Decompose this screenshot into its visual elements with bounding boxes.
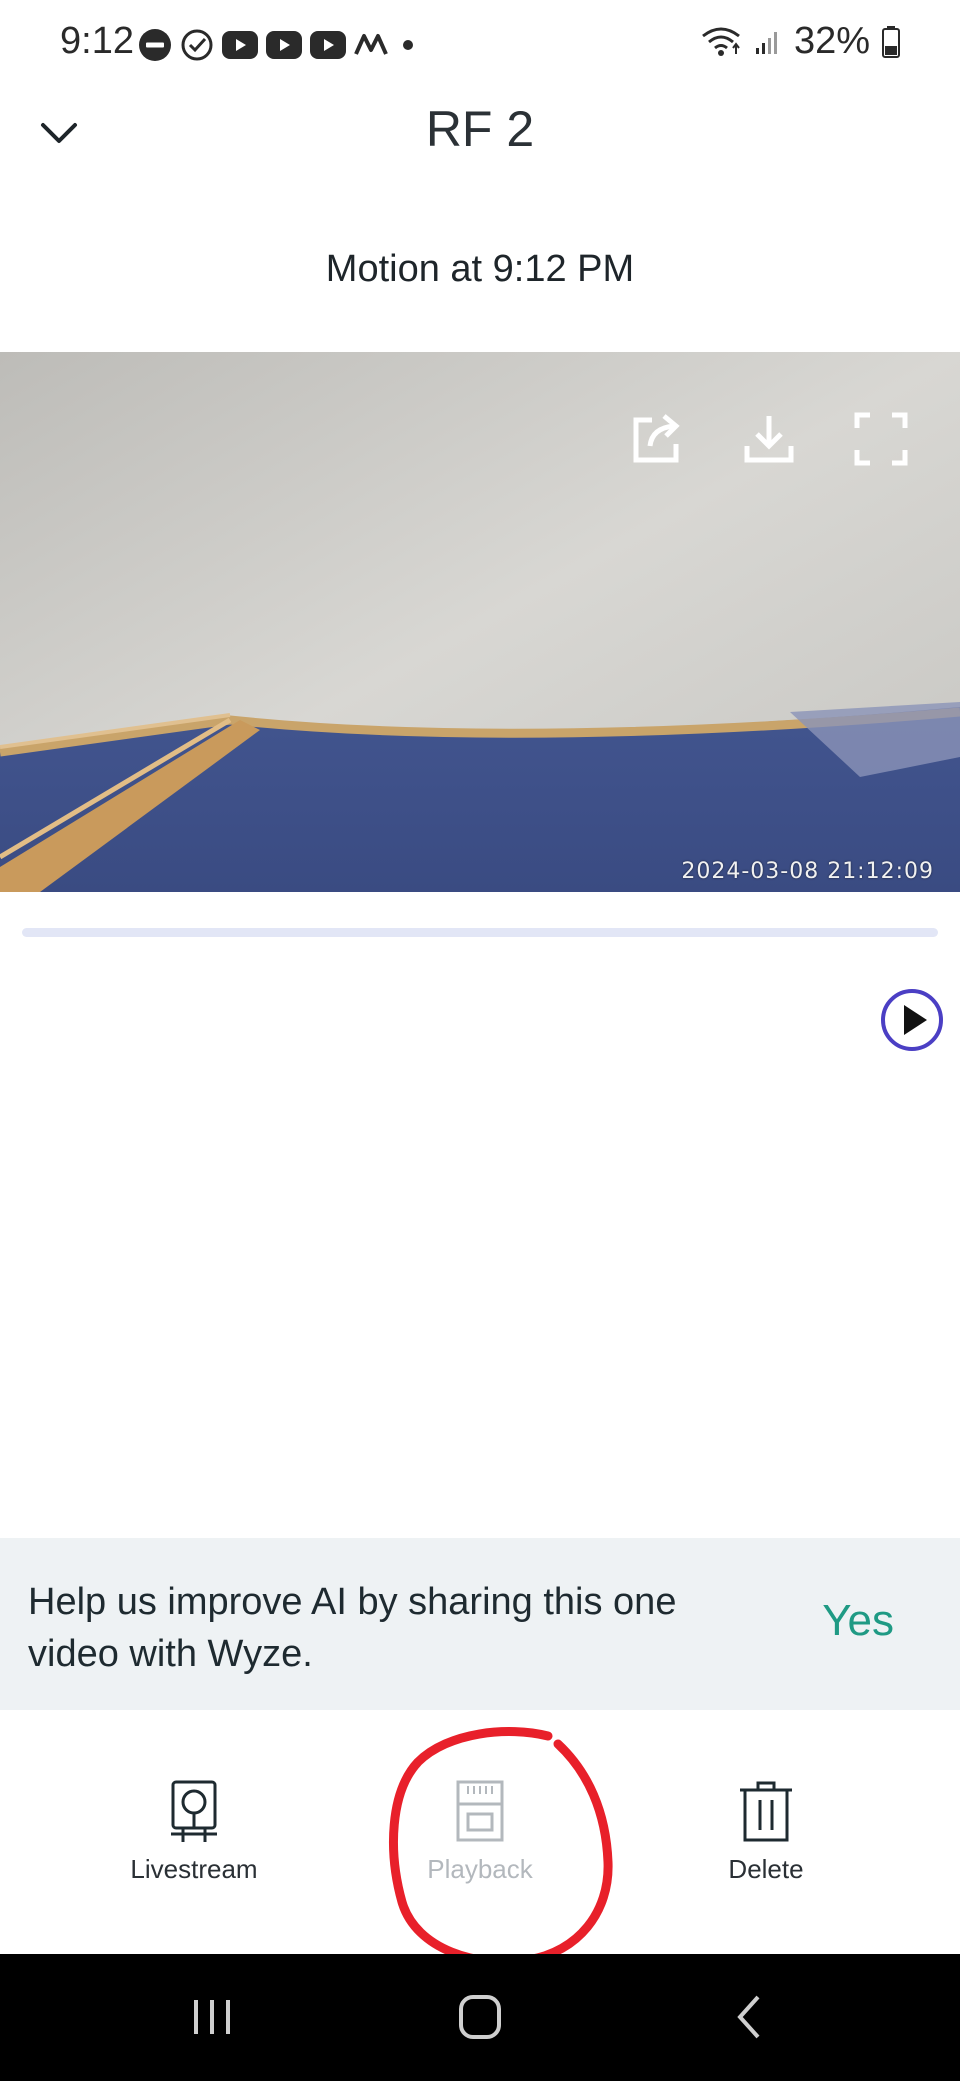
fullscreen-icon[interactable]	[854, 412, 908, 466]
event-title: Motion at 9:12 PM	[325, 248, 635, 290]
signal-icon	[755, 31, 777, 54]
battery-icon	[882, 25, 900, 58]
wifi-icon	[702, 27, 740, 56]
video-timestamp: 2024-03-08 21:12:09	[681, 859, 934, 884]
home-icon[interactable]	[440, 1984, 520, 2050]
ai-share-banner: Help us improve AI by sharing this one v…	[0, 1538, 960, 1710]
youtube-icon	[266, 31, 302, 59]
recents-icon[interactable]	[172, 1984, 252, 2050]
ai-banner-text: Help us improve AI by sharing this one v…	[28, 1581, 677, 1675]
status-time: 9:12	[60, 20, 134, 62]
youtube-icon	[310, 31, 346, 59]
system-nav-bar	[0, 1954, 960, 2081]
download-icon[interactable]	[742, 412, 796, 466]
video-controls	[630, 412, 908, 466]
delete-button[interactable]: Delete	[646, 1780, 886, 1885]
trash-icon	[740, 1781, 792, 1842]
video-player[interactable]: 2024-03-08 21:12:09	[0, 352, 960, 892]
battery-percent: 32%	[793, 20, 870, 62]
check-circle-icon	[181, 29, 213, 61]
playback-label: Playback	[427, 1854, 533, 1884]
status-bar: 9:12 32%	[0, 0, 960, 90]
notification-icons	[138, 28, 420, 62]
youtube-icon	[222, 31, 258, 59]
livestream-label: Livestream	[130, 1854, 258, 1884]
progress-bar[interactable]	[22, 928, 938, 937]
share-icon[interactable]	[630, 412, 684, 466]
m-app-icon	[354, 34, 388, 55]
delete-label: Delete	[728, 1854, 804, 1884]
play-icon[interactable]	[880, 988, 944, 1052]
bottom-actions: Livestream Playback Delete	[0, 1710, 960, 1954]
page-title: RF 2	[425, 101, 535, 157]
sd-card-icon	[456, 1780, 504, 1842]
playback-button[interactable]: Playback	[360, 1780, 600, 1885]
back-icon[interactable]	[710, 1984, 790, 2050]
camera-icon	[171, 1780, 217, 1842]
livestream-button[interactable]: Livestream	[74, 1780, 314, 1885]
do-not-disturb-icon	[139, 29, 171, 61]
dot-icon	[403, 40, 413, 50]
system-status: 32%	[700, 20, 900, 63]
yes-button[interactable]: Yes	[822, 1596, 894, 1646]
